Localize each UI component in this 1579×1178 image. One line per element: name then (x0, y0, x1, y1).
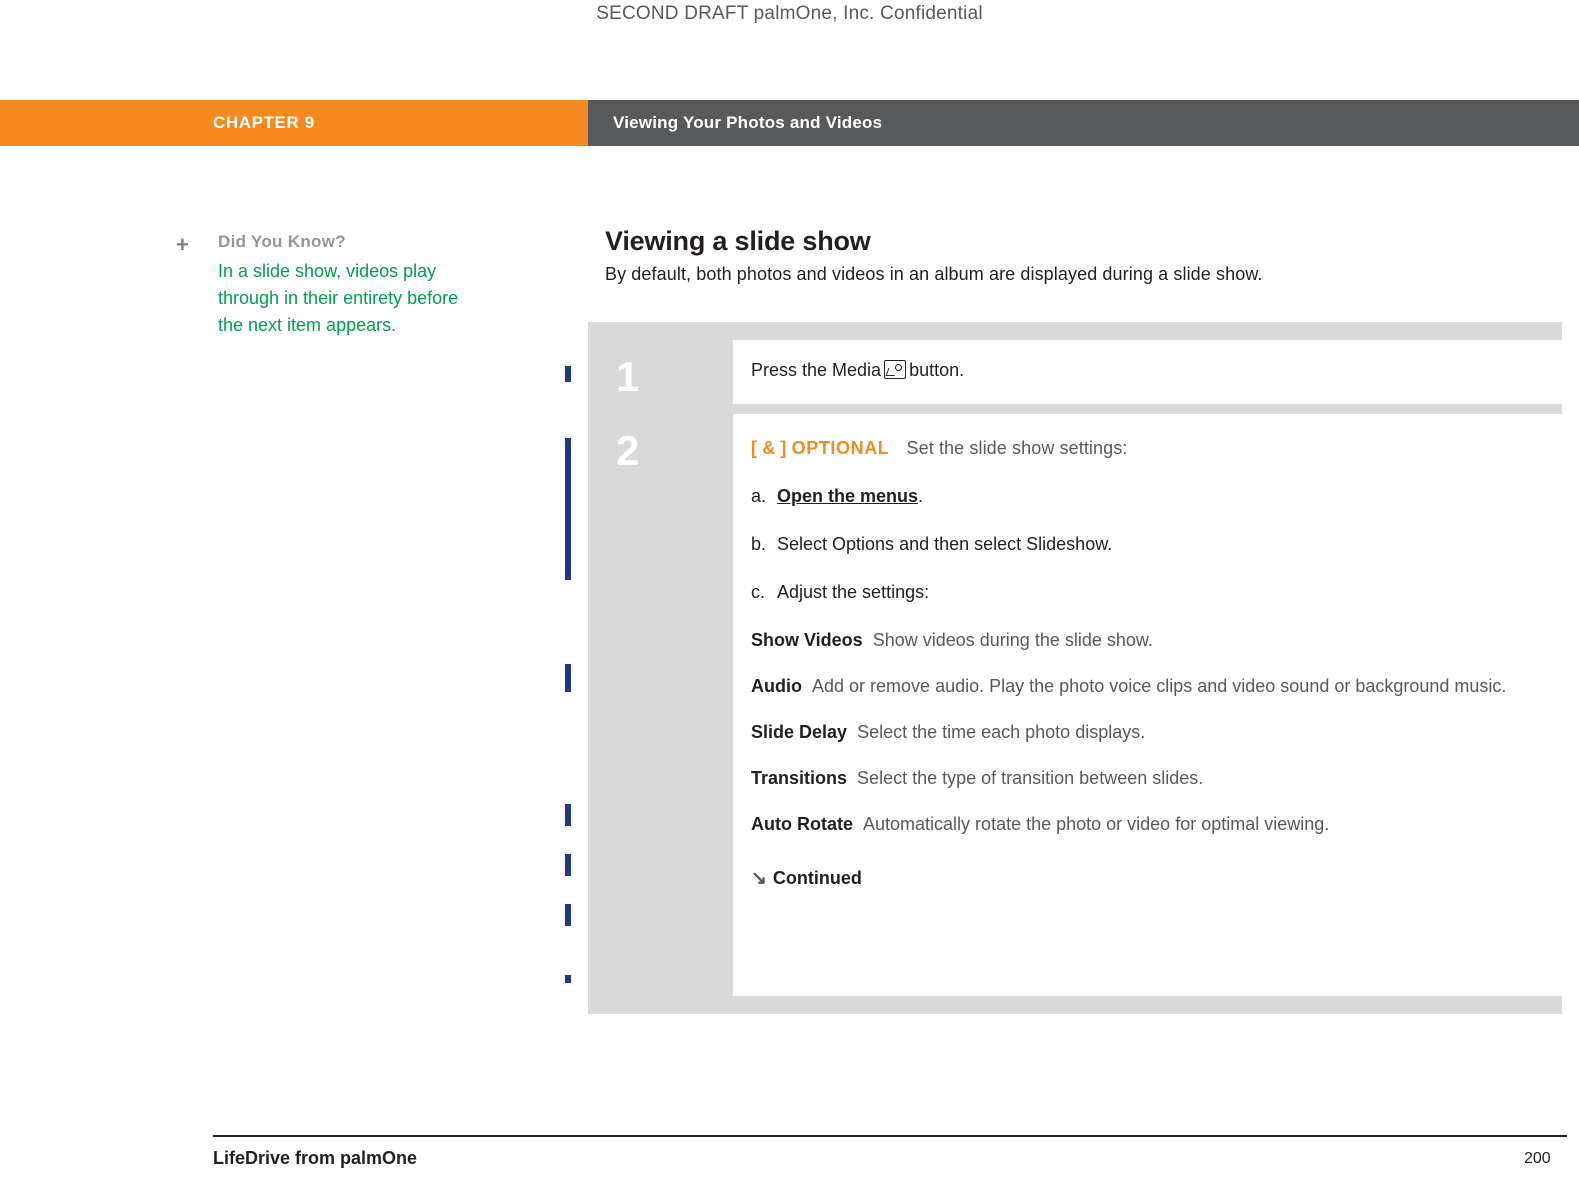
definition-auto-rotate: Auto Rotate Automatically rotate the pho… (751, 811, 1541, 837)
definition-show-videos-term: Show Videos (751, 630, 863, 650)
draft-watermark: SECOND DRAFT palmOne, Inc. Confidential (596, 3, 983, 24)
margin-tick (565, 854, 571, 876)
definition-show-videos-desc: Show videos during the slide show. (872, 630, 1153, 650)
document-page: SECOND DRAFT palmOne, Inc. Confidential … (0, 0, 1579, 1178)
definition-auto-rotate-desc: Automatically rotate the photo or video … (863, 814, 1330, 834)
tip-body: In a slide show, videos play through in … (218, 261, 459, 335)
sub-step-c: c. Adjust the settings: (751, 579, 1221, 605)
footer-product-name: LifeDrive from palmOne (213, 1148, 418, 1168)
sub-step-b: b. Select Options and then select Slidesh… (751, 531, 1221, 557)
continued-arrow-icon: ↘ (751, 868, 767, 889)
definition-audio-term: Audio (751, 676, 802, 696)
step-1-content: Press the Media button. (733, 340, 1562, 404)
page-subtitle: By default, both photos and videos in an… (605, 264, 1263, 284)
step-1-number-column: 1 (588, 340, 733, 404)
definition-audio: Audio Add or remove audio. Play the phot… (751, 673, 1541, 699)
margin-tick (565, 804, 571, 826)
chapter-title: Viewing Your Photos and Videos (613, 113, 883, 132)
continued-label: ↘ Continued (751, 867, 1541, 890)
definition-transitions-desc: Select the type of transition between sl… (857, 768, 1204, 788)
continued-text: Continued (772, 868, 862, 888)
page-title: Viewing a slide show (605, 226, 871, 256)
definition-transitions-term: Transitions (751, 768, 848, 788)
step-1-text-before: Press the Media (751, 360, 882, 380)
tip-title: Did You Know? (218, 232, 346, 251)
step-2-number-column: 2 (588, 414, 733, 996)
step-2-body: [ & ] OPTIONAL Set the slide show settin… (751, 438, 1541, 890)
step-1: 1 Press the Media button. (588, 340, 1562, 404)
sub-step-a-marker: a. (751, 486, 767, 506)
definition-slide-delay-term: Slide Delay (751, 722, 848, 742)
optional-bracket: [ & ] (751, 438, 787, 458)
step-2: 2 [ & ] OPTIONAL Set the slide show sett… (588, 414, 1562, 996)
optional-word: OPTIONAL (791, 438, 890, 458)
step-2-number: 2 (616, 427, 640, 474)
page-number: 200 (1524, 1150, 1551, 1167)
step-2-content: [ & ] OPTIONAL Set the slide show settin… (733, 414, 1562, 996)
sub-step-list: a. Open the menus. b. Select Options and t… (751, 483, 1541, 605)
steps-container: 1 Press the Media button. 2 [ & ] OPTIONA… (588, 322, 1562, 1014)
optional-instruction: Set the slide show settings: (906, 438, 1128, 458)
margin-tick (565, 664, 571, 692)
media-button-icon (884, 360, 907, 379)
margin-tick (565, 975, 571, 983)
chapter-label: CHAPTER 9 (213, 113, 315, 132)
margin-tick (565, 438, 571, 580)
open-the-menus-link[interactable]: Open the menus (777, 486, 918, 506)
definition-show-videos: Show Videos Show videos during the slide… (751, 627, 1171, 653)
sub-step-a: a. Open the menus. (751, 483, 1221, 509)
step-1-number: 1 (616, 353, 640, 400)
step-1-text-after: button. (909, 360, 965, 380)
optional-line: [ & ] OPTIONAL Set the slide show settin… (751, 438, 1541, 459)
definition-audio-desc: Add or remove audio. Play the photo voic… (812, 676, 1507, 696)
step-1-text: Press the Media button. (751, 360, 964, 381)
definition-slide-delay: Slide Delay Select the time each photo d… (751, 719, 1541, 745)
plus-icon: + (176, 232, 189, 257)
sub-step-c-marker: c. (751, 582, 766, 602)
sub-step-c-text: Adjust the settings: (777, 582, 930, 602)
footer-divider (213, 1135, 1567, 1137)
definition-auto-rotate-term: Auto Rotate (751, 814, 853, 834)
chapter-bar: CHAPTER 9 Viewing Your Photos and Videos (0, 100, 1579, 146)
sub-step-b-marker: b. (751, 534, 767, 554)
definition-slide-delay-desc: Select the time each photo displays. (857, 722, 1146, 742)
margin-tick (565, 904, 571, 926)
margin-tick (565, 366, 571, 382)
sub-step-b-text: Select Options and then select Slideshow… (777, 534, 1113, 554)
definition-transitions: Transitions Select the type of transitio… (751, 765, 1541, 791)
